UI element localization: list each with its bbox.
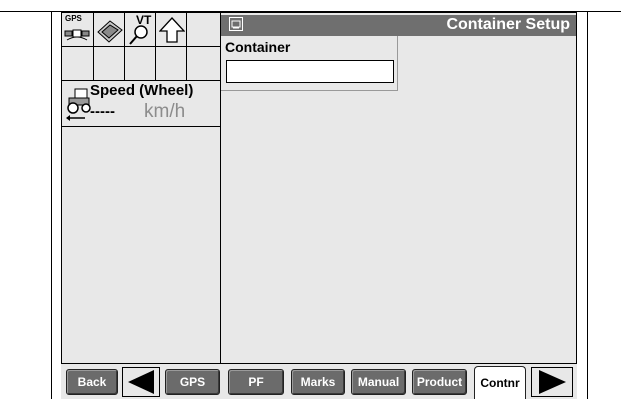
gps-button-label: GPS <box>179 375 206 389</box>
field-map-icon <box>97 20 123 43</box>
header-screen-icon <box>229 17 243 31</box>
contnr-tab-label: Contnr <box>480 376 520 390</box>
product-button[interactable]: Product <box>412 369 467 395</box>
vt-cell[interactable]: VT <box>125 12 156 47</box>
right-frame-line <box>587 12 588 399</box>
empty-cell-2 <box>61 47 94 81</box>
empty-cell-3 <box>94 47 125 81</box>
up-arrow-icon <box>159 17 185 43</box>
empty-cell-6 <box>187 47 221 81</box>
left-arrow-icon <box>128 370 154 394</box>
page-title: Container Setup <box>446 16 570 33</box>
field-book-cell[interactable] <box>94 12 125 47</box>
empty-cell-5 <box>156 47 187 81</box>
marks-button[interactable]: Marks <box>291 369 345 395</box>
magnifier-icon <box>129 25 148 45</box>
next-page-button[interactable] <box>531 367 573 397</box>
container-label: Container <box>225 39 291 55</box>
speed-label: Speed (Wheel) <box>90 82 194 99</box>
gps-status-cell[interactable]: GPS <box>61 12 94 47</box>
gps-status-label: GPS <box>65 14 82 23</box>
contnr-tab[interactable]: Contnr <box>474 366 526 399</box>
tractor-icon <box>66 88 91 121</box>
gps-button[interactable]: GPS <box>165 369 220 395</box>
speed-module[interactable]: Speed (Wheel) ----- km/h <box>61 81 221 127</box>
container-input[interactable] <box>226 60 394 83</box>
title-bar: Container Setup <box>221 15 576 36</box>
speed-unit: km/h <box>144 101 186 122</box>
empty-cell-4 <box>125 47 156 81</box>
speed-value: ----- <box>90 103 115 120</box>
empty-cell-1 <box>187 12 221 47</box>
satellite-icon <box>64 29 90 41</box>
manual-button[interactable]: Manual <box>351 369 406 395</box>
left-frame-line <box>51 12 52 399</box>
previous-page-button[interactable] <box>122 367 160 397</box>
back-button[interactable]: Back <box>66 369 118 395</box>
manual-button-label: Manual <box>357 375 400 389</box>
product-button-label: Product <box>416 375 463 389</box>
pf-button-label: PF <box>248 375 264 389</box>
marks-button-label: Marks <box>300 375 336 389</box>
up-arrow-cell[interactable] <box>156 12 187 47</box>
right-arrow-icon <box>539 370 566 394</box>
back-button-label: Back <box>77 375 107 389</box>
pf-button[interactable]: PF <box>228 369 284 395</box>
